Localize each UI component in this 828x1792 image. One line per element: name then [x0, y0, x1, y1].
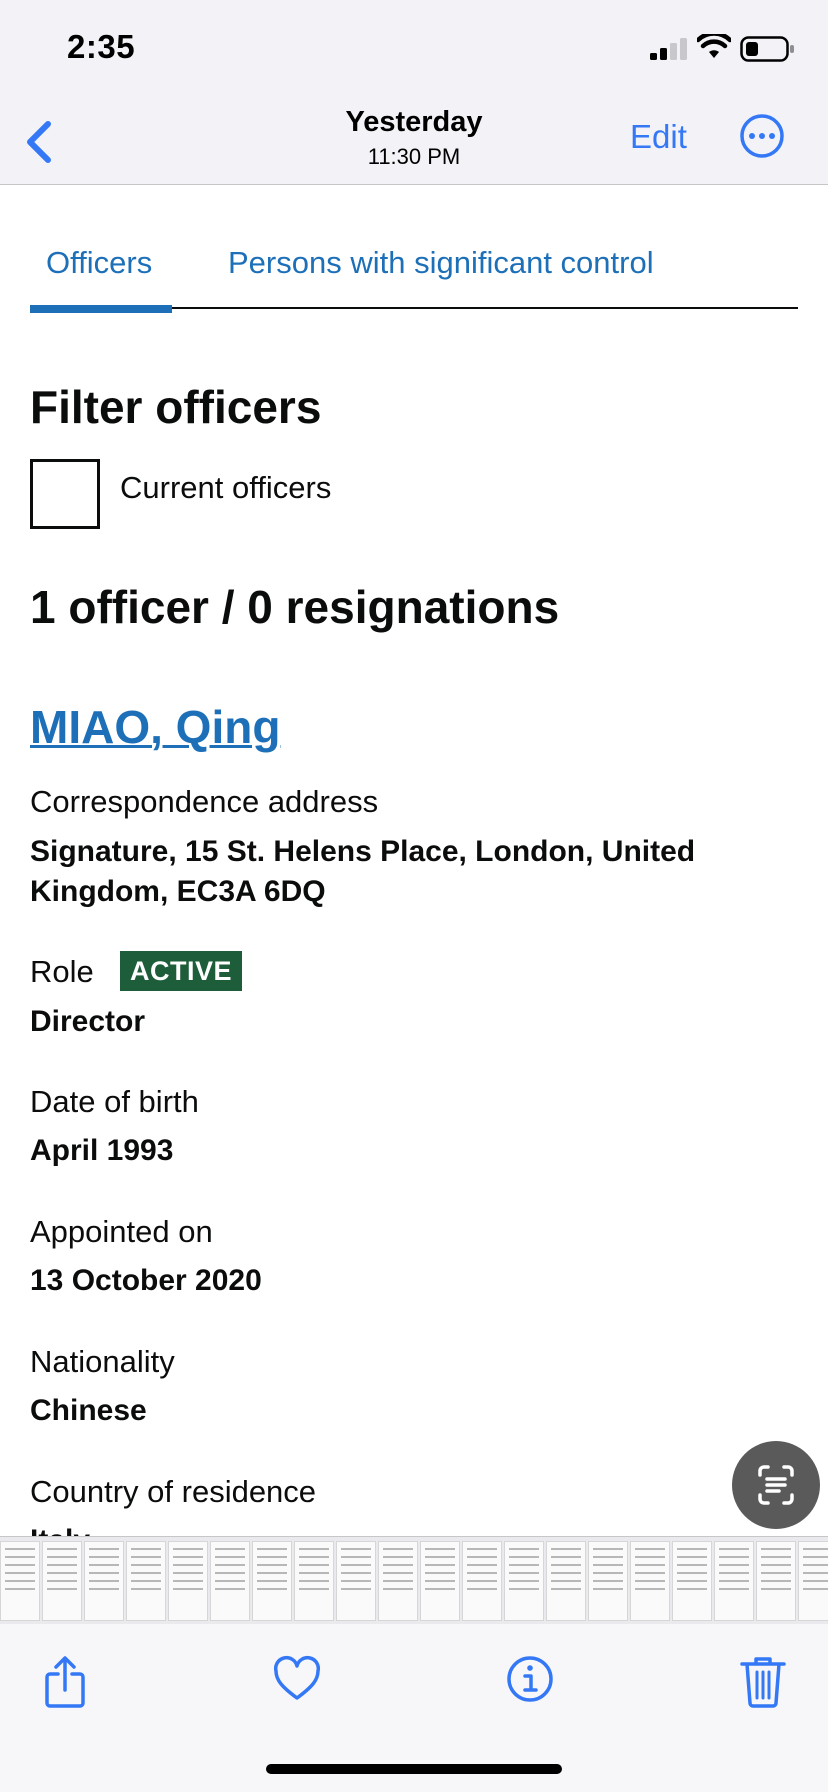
more-options-icon[interactable] [738, 112, 786, 160]
current-officers-label[interactable]: Current officers [120, 470, 331, 506]
tab-officers[interactable]: Officers [46, 245, 152, 281]
appointed-value: 13 October 2020 [30, 1264, 262, 1297]
current-officers-checkbox[interactable] [30, 459, 100, 529]
photo-thumbnail[interactable] [546, 1541, 586, 1621]
photo-thumbnail[interactable] [630, 1541, 670, 1621]
photo-thumbnail[interactable] [336, 1541, 376, 1621]
status-bar: 2:35 [0, 0, 828, 100]
dob-value: April 1993 [30, 1134, 174, 1167]
nav-bar: Yesterday 11:30 PM Edit [0, 100, 828, 185]
appointed-label: Appointed on [30, 1214, 213, 1249]
photo-thumbnail[interactable] [168, 1541, 208, 1621]
live-text-icon [758, 1465, 794, 1505]
officer-name-link[interactable]: MIAO, Qing [30, 700, 280, 754]
address-label: Correspondence address [30, 784, 379, 819]
status-time: 2:35 [67, 28, 136, 65]
filter-heading: Filter officers [30, 381, 322, 433]
heart-icon[interactable] [272, 1654, 322, 1704]
photo-thumbnail[interactable] [210, 1541, 250, 1621]
photo-thumbnail[interactable] [0, 1541, 40, 1621]
photo-thumbnails-strip[interactable] [0, 1536, 828, 1625]
tab-active-indicator [30, 305, 172, 313]
photo-thumbnail[interactable] [42, 1541, 82, 1621]
nationality-label: Nationality [30, 1344, 175, 1379]
residence-label: Country of residence [30, 1474, 317, 1509]
photo-thumbnail[interactable] [420, 1541, 460, 1621]
photo-thumbnail[interactable] [588, 1541, 628, 1621]
photo-thumbnail[interactable] [378, 1541, 418, 1621]
wifi-icon [697, 34, 731, 58]
photo-thumbnail[interactable] [84, 1541, 124, 1621]
battery-icon [740, 36, 794, 62]
edit-button[interactable]: Edit [630, 118, 687, 156]
share-icon[interactable] [40, 1654, 90, 1710]
photo-thumbnail[interactable] [798, 1541, 828, 1621]
dob-label: Date of birth [30, 1084, 199, 1119]
status-badge: ACTIVE [120, 951, 243, 991]
photo-thumbnail[interactable] [756, 1541, 796, 1621]
photo-thumbnail[interactable] [294, 1541, 334, 1621]
photo-thumbnail[interactable] [504, 1541, 544, 1621]
nav-subtitle: 11:30 PM [367, 144, 461, 169]
nav-title: Yesterday [345, 106, 483, 138]
tab-bar: Officers Persons with significant contro… [30, 185, 798, 317]
live-text-button[interactable] [732, 1441, 820, 1529]
info-icon[interactable] [505, 1654, 555, 1704]
photo-thumbnail[interactable] [714, 1541, 754, 1621]
address-value: Signature, 15 St. Helens Place, London, … [30, 835, 696, 908]
officer-count-heading: 1 officer / 0 resignations [30, 581, 560, 633]
photo-thumbnail[interactable] [672, 1541, 712, 1621]
nationality-value: Chinese [30, 1394, 147, 1427]
trash-icon[interactable] [738, 1654, 788, 1708]
photo-thumbnail[interactable] [462, 1541, 502, 1621]
photo-thumbnail[interactable] [252, 1541, 292, 1621]
photo-thumbnail[interactable] [126, 1541, 166, 1621]
tab-persons-with-significant-control[interactable]: Persons with significant control [228, 245, 654, 281]
role-value: Director [30, 1005, 146, 1038]
cellular-signal-icon [650, 38, 687, 60]
role-label: Role [30, 954, 94, 989]
home-indicator [266, 1764, 562, 1774]
